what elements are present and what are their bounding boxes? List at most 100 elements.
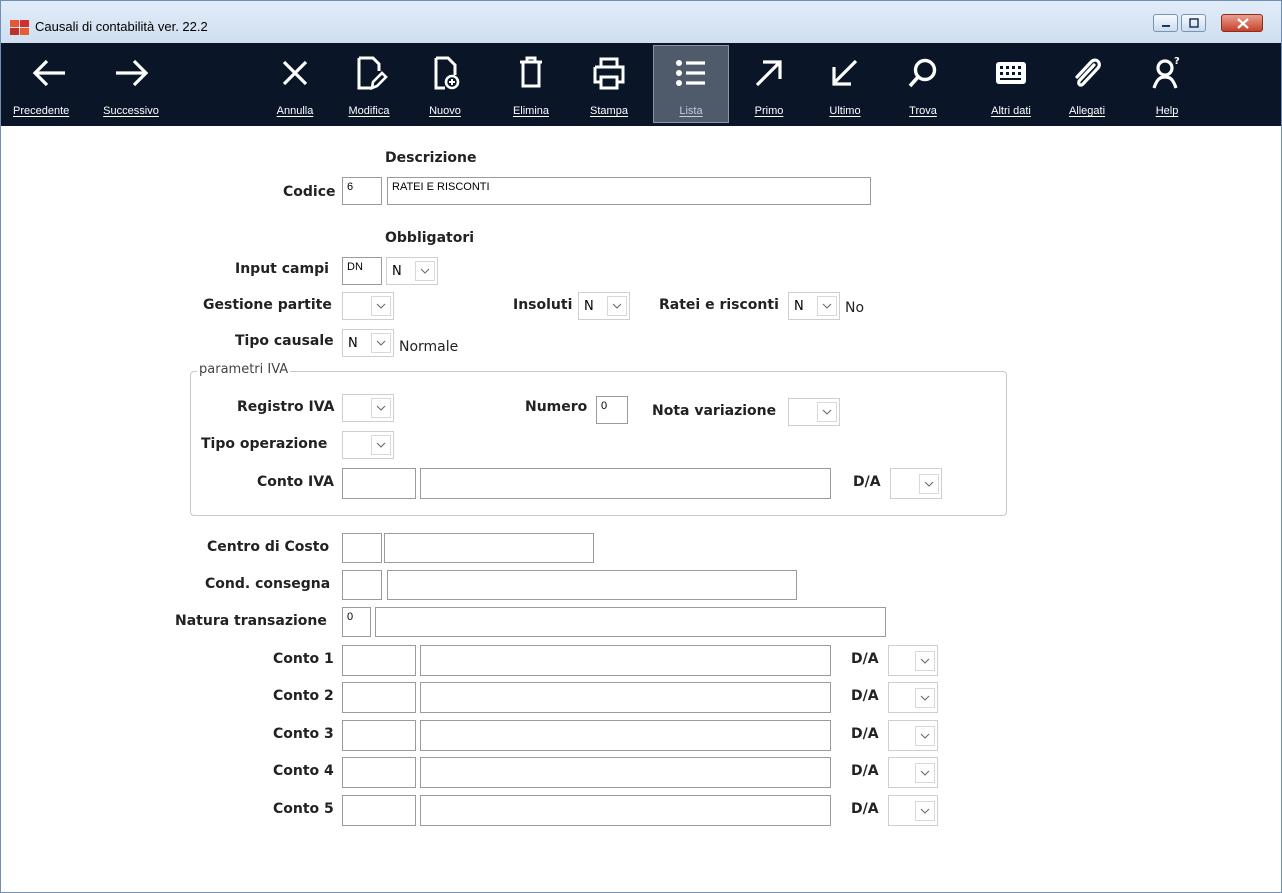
- toolbar-button-precedente[interactable]: Precedente: [13, 43, 87, 126]
- chevron-down-icon[interactable]: [915, 688, 935, 708]
- chevron-down-icon[interactable]: [915, 763, 935, 783]
- conto-5-da-select[interactable]: [888, 795, 938, 826]
- toolbar-button-altri-dati[interactable]: Altri dati: [973, 43, 1049, 126]
- tipo-operazione-label: Tipo operazione: [201, 436, 328, 452]
- toolbar: Precedente Successivo Annulla Modifica N…: [1, 43, 1281, 126]
- toolbar-label: Nuovo: [429, 105, 461, 117]
- cond-consegna-desc-input[interactable]: [387, 570, 797, 600]
- conto-3-desc-input[interactable]: [420, 720, 831, 751]
- close-button[interactable]: [1221, 14, 1263, 32]
- toolbar-button-modifica[interactable]: Modifica: [331, 43, 407, 126]
- input-campi-select[interactable]: N: [386, 257, 438, 285]
- conto-5-code-input[interactable]: [342, 795, 416, 826]
- tipo-causale-label: Tipo causale: [235, 333, 334, 349]
- toolbar-button-lista[interactable]: Lista: [653, 43, 729, 126]
- conto-5-da-label: D/A: [851, 801, 879, 817]
- restore-icon: [1189, 18, 1199, 28]
- codice-label: Codice: [283, 184, 336, 200]
- conto-2-desc-input[interactable]: [420, 682, 831, 713]
- list-icon: [676, 60, 705, 86]
- keypad-icon: [996, 62, 1026, 84]
- conto-4-desc-input[interactable]: [420, 757, 831, 788]
- conto-1-da-label: D/A: [851, 651, 879, 667]
- toolbar-button-trova[interactable]: Trova: [885, 43, 961, 126]
- main-window: Causali di contabilità ver. 22.2 Precede…: [0, 0, 1282, 893]
- insoluti-select[interactable]: N: [578, 292, 630, 320]
- conto-4-code-input[interactable]: [342, 757, 416, 788]
- numero-input[interactable]: 0: [596, 396, 628, 424]
- toolbar-button-nuovo[interactable]: Nuovo: [407, 43, 483, 126]
- conto-4-label: Conto 4: [273, 763, 334, 779]
- gestione-partite-select[interactable]: [342, 292, 394, 320]
- natura-transazione-label: Natura transazione: [175, 613, 327, 629]
- codice-input[interactable]: 6: [342, 177, 382, 205]
- toolbar-button-successivo[interactable]: Successivo: [97, 43, 165, 126]
- toolbar-button-elimina[interactable]: Elimina: [493, 43, 569, 126]
- conto-iva-desc-input[interactable]: [420, 468, 831, 499]
- chevron-down-icon[interactable]: [817, 402, 837, 422]
- toolbar-button-stampa[interactable]: Stampa: [571, 43, 647, 126]
- conto-2-code-input[interactable]: [342, 682, 416, 713]
- toolbar-label: Elimina: [512, 105, 550, 117]
- chevron-down-icon[interactable]: [915, 651, 935, 671]
- conto-1-da-select[interactable]: [888, 645, 938, 676]
- chevron-down-icon[interactable]: [919, 474, 939, 494]
- descrizione-header: Descrizione: [385, 150, 477, 166]
- conto-5-desc-input[interactable]: [420, 795, 831, 826]
- conto-4-da-label: D/A: [851, 763, 879, 779]
- numero-label: Numero: [525, 399, 588, 415]
- ratei-risconti-label: Ratei e risconti: [659, 297, 779, 313]
- cond-consegna-code-input[interactable]: [342, 570, 382, 600]
- conto-1-code-input[interactable]: [342, 645, 416, 676]
- natura-transazione-desc-input[interactable]: [375, 607, 886, 637]
- conto-3-da-select[interactable]: [888, 720, 938, 751]
- toolbar-button-primo[interactable]: Primo: [731, 43, 807, 126]
- toolbar-button-annulla[interactable]: Annulla: [257, 43, 333, 126]
- conto-1-label: Conto 1: [273, 651, 334, 667]
- chevron-down-icon[interactable]: [607, 296, 627, 316]
- centro-costo-code-input[interactable]: [342, 533, 382, 563]
- chevron-down-icon[interactable]: [371, 398, 391, 418]
- tipo-causale-select[interactable]: N: [342, 329, 394, 357]
- cond-consegna-label: Cond. consegna: [205, 576, 331, 592]
- chevron-down-icon[interactable]: [371, 435, 391, 455]
- toolbar-button-ultimo[interactable]: Ultimo: [807, 43, 883, 126]
- ratei-risconti-select[interactable]: N: [788, 292, 840, 320]
- chevron-down-icon[interactable]: [915, 726, 935, 746]
- nota-variazione-select[interactable]: [788, 398, 840, 426]
- conto-3-da-label: D/A: [851, 726, 879, 742]
- descrizione-input[interactable]: RATEI E RISCONTI: [387, 177, 871, 205]
- minimize-icon: [1162, 25, 1170, 27]
- registro-iva-select[interactable]: [342, 394, 394, 422]
- natura-transazione-code-input[interactable]: 0: [342, 607, 371, 637]
- chevron-down-icon[interactable]: [371, 296, 391, 316]
- minimize-button[interactable]: [1153, 14, 1178, 32]
- conto-1-desc-input[interactable]: [420, 645, 831, 676]
- select-value: N: [794, 299, 804, 314]
- conto-4-da-select[interactable]: [888, 757, 938, 788]
- select-value: N: [348, 336, 358, 351]
- toolbar-label: Ultimo: [829, 105, 861, 117]
- maximize-button[interactable]: [1181, 14, 1206, 32]
- toolbar-label: Help: [1155, 105, 1179, 117]
- chevron-down-icon[interactable]: [415, 261, 435, 281]
- chevron-down-icon[interactable]: [371, 333, 391, 353]
- arrow-down-left-icon: [832, 59, 858, 86]
- chevron-down-icon[interactable]: [915, 801, 935, 821]
- obbligatori-header: Obbligatori: [385, 230, 475, 246]
- conto-3-code-input[interactable]: [342, 720, 416, 751]
- centro-costo-desc-input[interactable]: [384, 533, 594, 563]
- toolbar-button-allegati[interactable]: Allegati: [1049, 43, 1125, 126]
- conto-2-da-label: D/A: [851, 688, 879, 704]
- chevron-down-icon[interactable]: [817, 296, 837, 316]
- conto-iva-da-select[interactable]: [890, 468, 942, 499]
- conto-iva-code-input[interactable]: [342, 468, 416, 499]
- form-area: Descrizione Codice 6 RATEI E RISCONTI Ob…: [1, 126, 1281, 892]
- conto-2-da-select[interactable]: [888, 682, 938, 713]
- toolbar-label: Stampa: [590, 105, 628, 117]
- tipo-operazione-select[interactable]: [342, 431, 394, 459]
- toolbar-button-help[interactable]: ? Help: [1129, 43, 1205, 126]
- input-campi-label: Input campi: [235, 261, 329, 277]
- toolbar-label: Successivo: [103, 105, 159, 117]
- input-campi-input[interactable]: DN: [342, 257, 382, 285]
